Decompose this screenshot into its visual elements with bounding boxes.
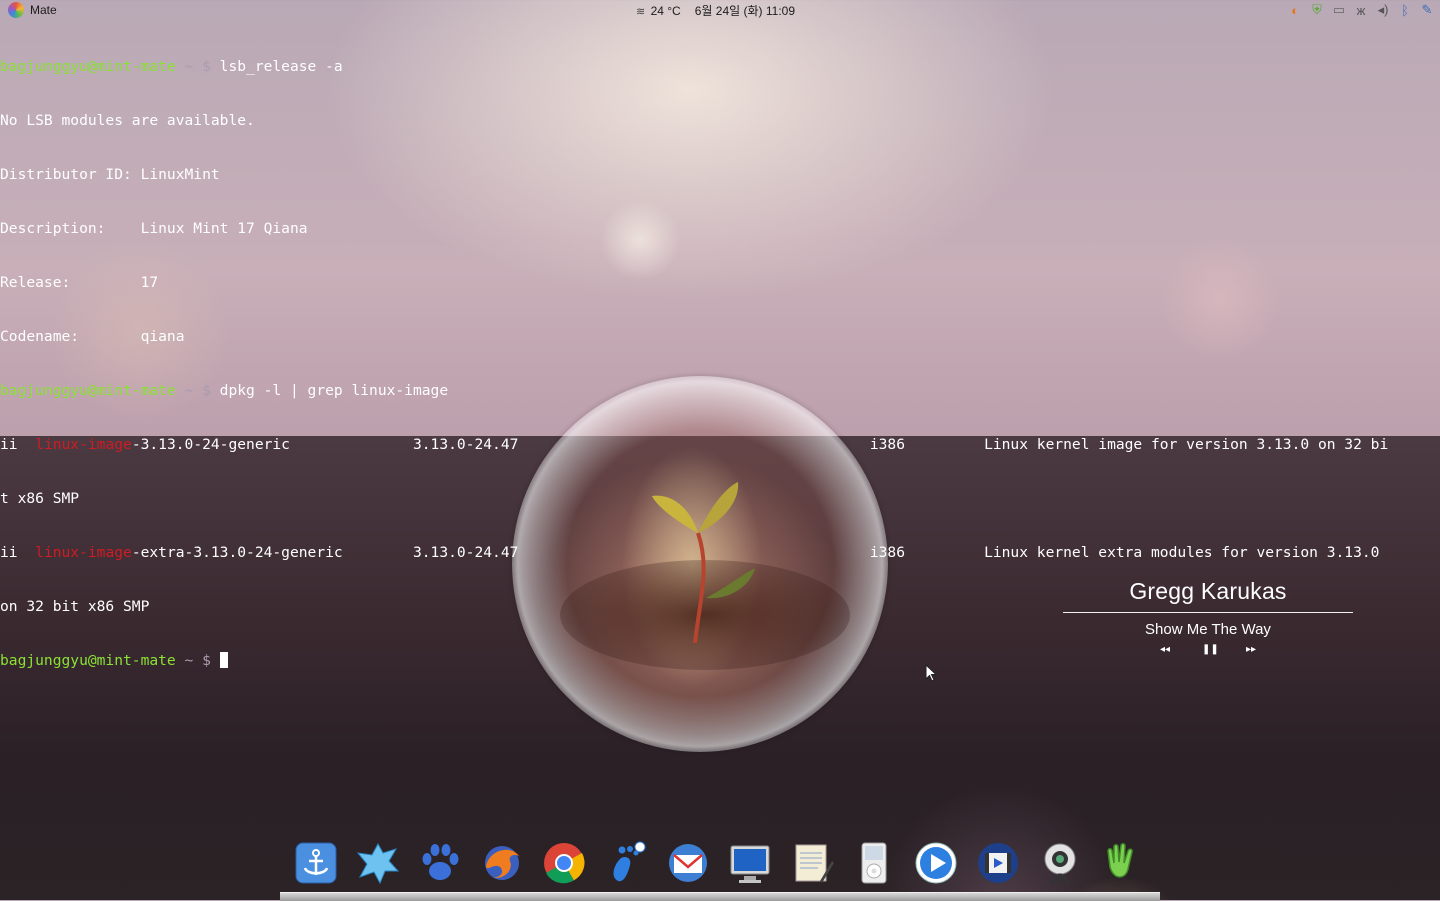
weather-applet[interactable]: ≋ 24 °C xyxy=(636,4,681,18)
top-panel: Mate ≋ 24 °C 6월 24일 (화) 11:09 ◐ ⛨ ▭ ж ◂)… xyxy=(0,0,1440,20)
prompt-user: bagjunggyu@mint-mate xyxy=(0,382,176,399)
terminal-line: ii linux-image-extra-3.13.0-24-generic 3… xyxy=(0,544,1440,562)
notepad-icon[interactable] xyxy=(790,840,834,886)
dock-items xyxy=(294,840,1144,886)
bluetooth-icon[interactable]: ᛒ xyxy=(1396,1,1414,19)
artist-name: Gregg Karukas xyxy=(1129,578,1287,604)
terminal-line: Distributor ID: LinuxMint xyxy=(0,166,220,183)
splash-icon[interactable] xyxy=(356,840,400,886)
chrome-icon[interactable] xyxy=(542,840,586,886)
video-editor-icon[interactable] xyxy=(976,840,1020,886)
prompt-user: bagjunggyu@mint-mate xyxy=(0,652,176,669)
mouse-pointer-icon xyxy=(925,664,937,682)
music-divider xyxy=(1063,612,1353,613)
terminal-line: bagjunggyu@mint-mate ~ $ lsb_release -a xyxy=(0,58,1440,76)
previous-track-button[interactable]: ◂◂ xyxy=(1159,644,1171,655)
shield-icon[interactable]: ⛨ xyxy=(1308,1,1326,19)
grep-match: linux-image xyxy=(35,436,132,453)
time-text: 11:09 xyxy=(765,4,796,18)
volume-icon[interactable]: ◂) xyxy=(1374,1,1392,19)
terminal-line: Description: Linux Mint 17 Qiana xyxy=(0,220,308,237)
prompt-path: ~ $ xyxy=(175,58,220,75)
command-text: lsb_release -a xyxy=(219,58,343,75)
playback-controls: ◂◂ ❚❚ ▸▸ xyxy=(1063,644,1353,655)
package-status: ii xyxy=(0,544,36,561)
anchor-icon[interactable] xyxy=(294,840,338,886)
temperature-text: 24 °C xyxy=(650,3,681,18)
terminal-cursor xyxy=(219,652,228,668)
terminal-line: bagjunggyu@mint-mate ~ $ dpkg -l | grep … xyxy=(0,382,1440,400)
pidgin-foot-icon[interactable] xyxy=(604,840,648,886)
clock-applet[interactable]: ≋ 24 °C 6월 24일 (화) 11:09 xyxy=(636,2,795,19)
system-tray: ◐ ⛨ ▭ ж ◂) ᛒ ✎ xyxy=(1286,1,1436,19)
hand-wave-icon[interactable] xyxy=(1100,840,1144,886)
command-text: dpkg -l | grep linux-image xyxy=(219,382,449,399)
mail-client-icon[interactable] xyxy=(666,840,710,886)
webcam-icon[interactable] xyxy=(1038,840,1082,886)
dock xyxy=(280,836,1160,901)
pause-button[interactable]: ❚❚ xyxy=(1202,644,1219,655)
screen-icon[interactable]: ▭ xyxy=(1330,1,1348,19)
weather-fog-icon: ≋ xyxy=(636,5,646,18)
package-status: ii xyxy=(0,436,36,453)
date-text: 6월 24일 (화) xyxy=(694,4,763,18)
terminal-line: Codename: qiana xyxy=(0,328,185,345)
music-widget: Gregg Karukas Show Me The Way ◂◂ ❚❚ ▸▸ xyxy=(1063,576,1353,655)
mate-logo-icon xyxy=(8,2,24,18)
prompt-path: ~ $ xyxy=(175,382,220,399)
grep-match: linux-image xyxy=(35,544,132,561)
next-track-button[interactable]: ▸▸ xyxy=(1245,644,1257,655)
monitor-icon[interactable] xyxy=(728,840,772,886)
media-player-icon[interactable] xyxy=(914,840,958,886)
notes-icon[interactable]: ✎ xyxy=(1418,1,1436,19)
terminal-line: t x86 SMP xyxy=(0,490,80,507)
main-menu-label: Mate xyxy=(30,3,57,17)
paw-icon[interactable] xyxy=(418,840,462,886)
package-info: -extra-3.13.0-24-generic 3.13.0-24.47 i3… xyxy=(131,544,1380,561)
package-info: -3.13.0-24-generic 3.13.0-24.47 i386 Lin… xyxy=(131,436,1389,453)
update-manager-icon[interactable]: ◐ xyxy=(1286,1,1304,19)
firefox-icon[interactable] xyxy=(480,840,524,886)
terminal-output[interactable]: bagjunggyu@mint-mate ~ $ lsb_release -a … xyxy=(0,22,1440,669)
main-menu-button[interactable]: Mate xyxy=(8,2,57,18)
song-title: Show Me The Way xyxy=(1145,621,1271,638)
terminal-line: Release: 17 xyxy=(0,274,159,291)
ipod-icon[interactable] xyxy=(852,840,896,886)
butterfly-icon[interactable]: ж xyxy=(1352,1,1370,19)
terminal-line: No LSB modules are available. xyxy=(0,112,255,129)
terminal-line: ii linux-image-3.13.0-24-generic 3.13.0-… xyxy=(0,436,1440,454)
prompt-path: ~ $ xyxy=(175,652,220,669)
prompt-user: bagjunggyu@mint-mate xyxy=(0,58,176,75)
